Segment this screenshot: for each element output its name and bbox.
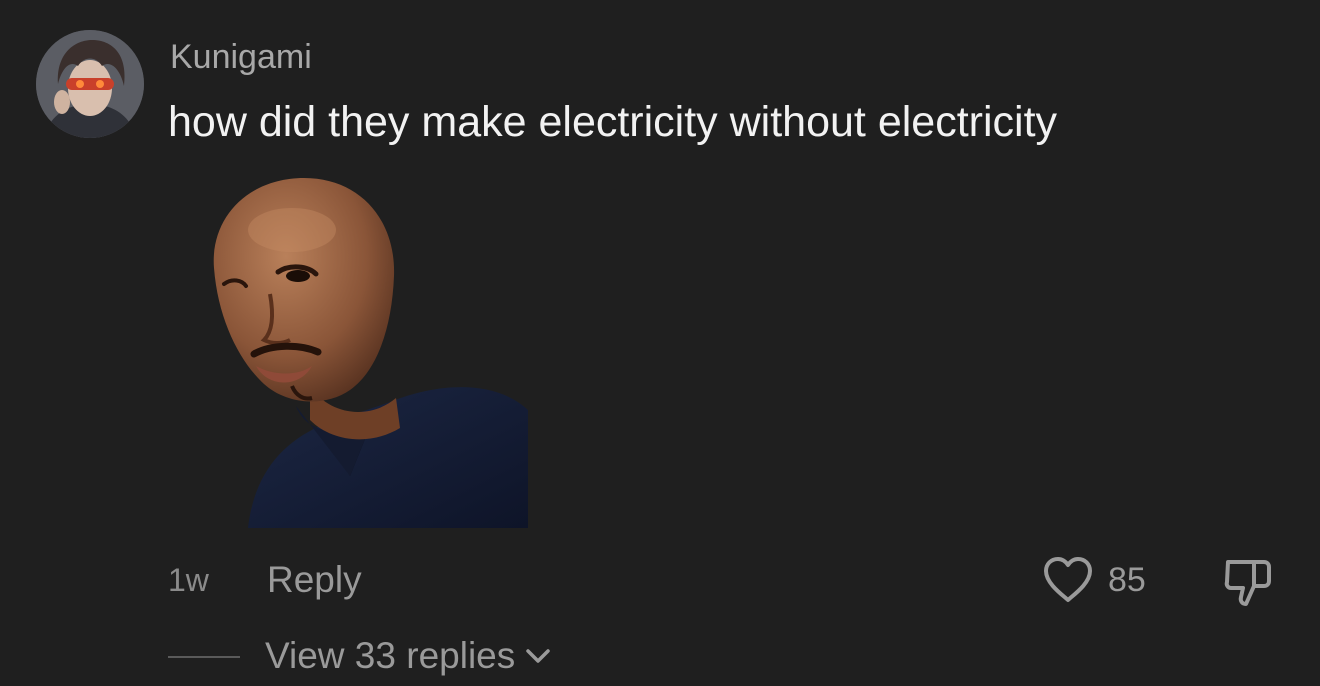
comment-timestamp: 1w (168, 562, 209, 598)
like-count: 85 (1108, 560, 1146, 599)
dislike-button[interactable] (1218, 552, 1276, 610)
view-replies-button[interactable]: View 33 replies (265, 634, 553, 678)
comment-username[interactable]: Kunigami (170, 36, 312, 78)
view-replies-label: View 33 replies (265, 635, 516, 676)
comment-text: how did they make electricity without el… (168, 98, 1058, 146)
thumbs-down-icon (1224, 560, 1271, 606)
heart-icon (1044, 557, 1092, 602)
chevron-down-icon (526, 649, 550, 663)
comment-sticker-image[interactable] (200, 176, 530, 530)
like-button[interactable]: 85 (1040, 552, 1146, 608)
reply-button[interactable]: Reply (267, 558, 362, 602)
avatar-image (36, 30, 144, 138)
sticker-image (213, 178, 528, 528)
replies-divider (168, 656, 240, 658)
user-avatar[interactable] (36, 30, 144, 138)
